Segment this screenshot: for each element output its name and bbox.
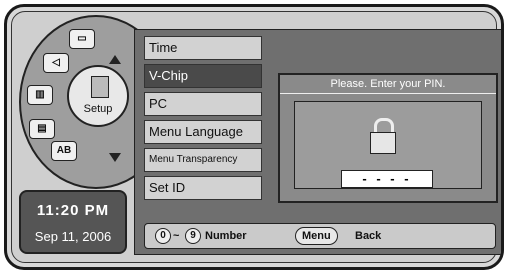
channel-icon[interactable]: ▥ [27, 85, 53, 105]
menu-item-menu-transparency[interactable]: Menu Transparency [144, 148, 262, 172]
key-0-icon: 0 [155, 228, 171, 244]
menu-item-pc[interactable]: PC [144, 92, 262, 116]
picture-icon[interactable]: ▭ [69, 29, 95, 49]
setup-dial: ▭ ◁ ▥ ▤ AB Setup [15, 15, 173, 189]
clock-time: 11:20 PM [36, 202, 110, 219]
key-guide: 0 ~ 9 Number Menu Back [144, 223, 496, 249]
menu-key-button[interactable]: Menu [295, 227, 338, 245]
setup-center[interactable]: Setup [67, 65, 129, 127]
pin-dialog-title: Please. Enter your PIN. [280, 75, 496, 94]
menu-item-time[interactable]: Time [144, 36, 262, 60]
input-icon[interactable]: ▤ [29, 119, 55, 139]
setup-label: Setup [83, 103, 113, 115]
number-label: Number [205, 230, 247, 242]
key-range-sep: ~ [173, 230, 180, 242]
setup-panel: Time V-Chip PC Menu Language Menu Transp… [134, 29, 501, 255]
menu-item-v-chip[interactable]: V-Chip [144, 64, 262, 88]
pin-dialog: Please. Enter your PIN. - - - - [278, 73, 498, 203]
menu-item-set-id[interactable]: Set ID [144, 176, 262, 200]
setup-menu: Time V-Chip PC Menu Language Menu Transp… [144, 36, 262, 204]
clock-date: Sep 11, 2006 [34, 229, 112, 244]
menu-item-menu-language[interactable]: Menu Language [144, 120, 262, 144]
setup-icon [91, 76, 109, 98]
key-9-icon: 9 [185, 228, 201, 244]
sound-icon[interactable]: ◁ [43, 53, 69, 73]
arrow-up-icon[interactable] [109, 55, 121, 64]
pin-body: - - - - [294, 101, 482, 189]
ab-segment[interactable]: AB [51, 141, 77, 161]
lock-icon [367, 118, 397, 154]
clock-box: 11:20 PM Sep 11, 2006 [19, 190, 127, 254]
back-label: Back [355, 230, 382, 242]
arrow-down-icon[interactable] [109, 153, 121, 162]
tv-frame: ▭ ◁ ▥ ▤ AB Setup 11:20 PM Sep 11, 2006 T… [4, 4, 504, 270]
pin-input[interactable]: - - - - [341, 170, 433, 188]
